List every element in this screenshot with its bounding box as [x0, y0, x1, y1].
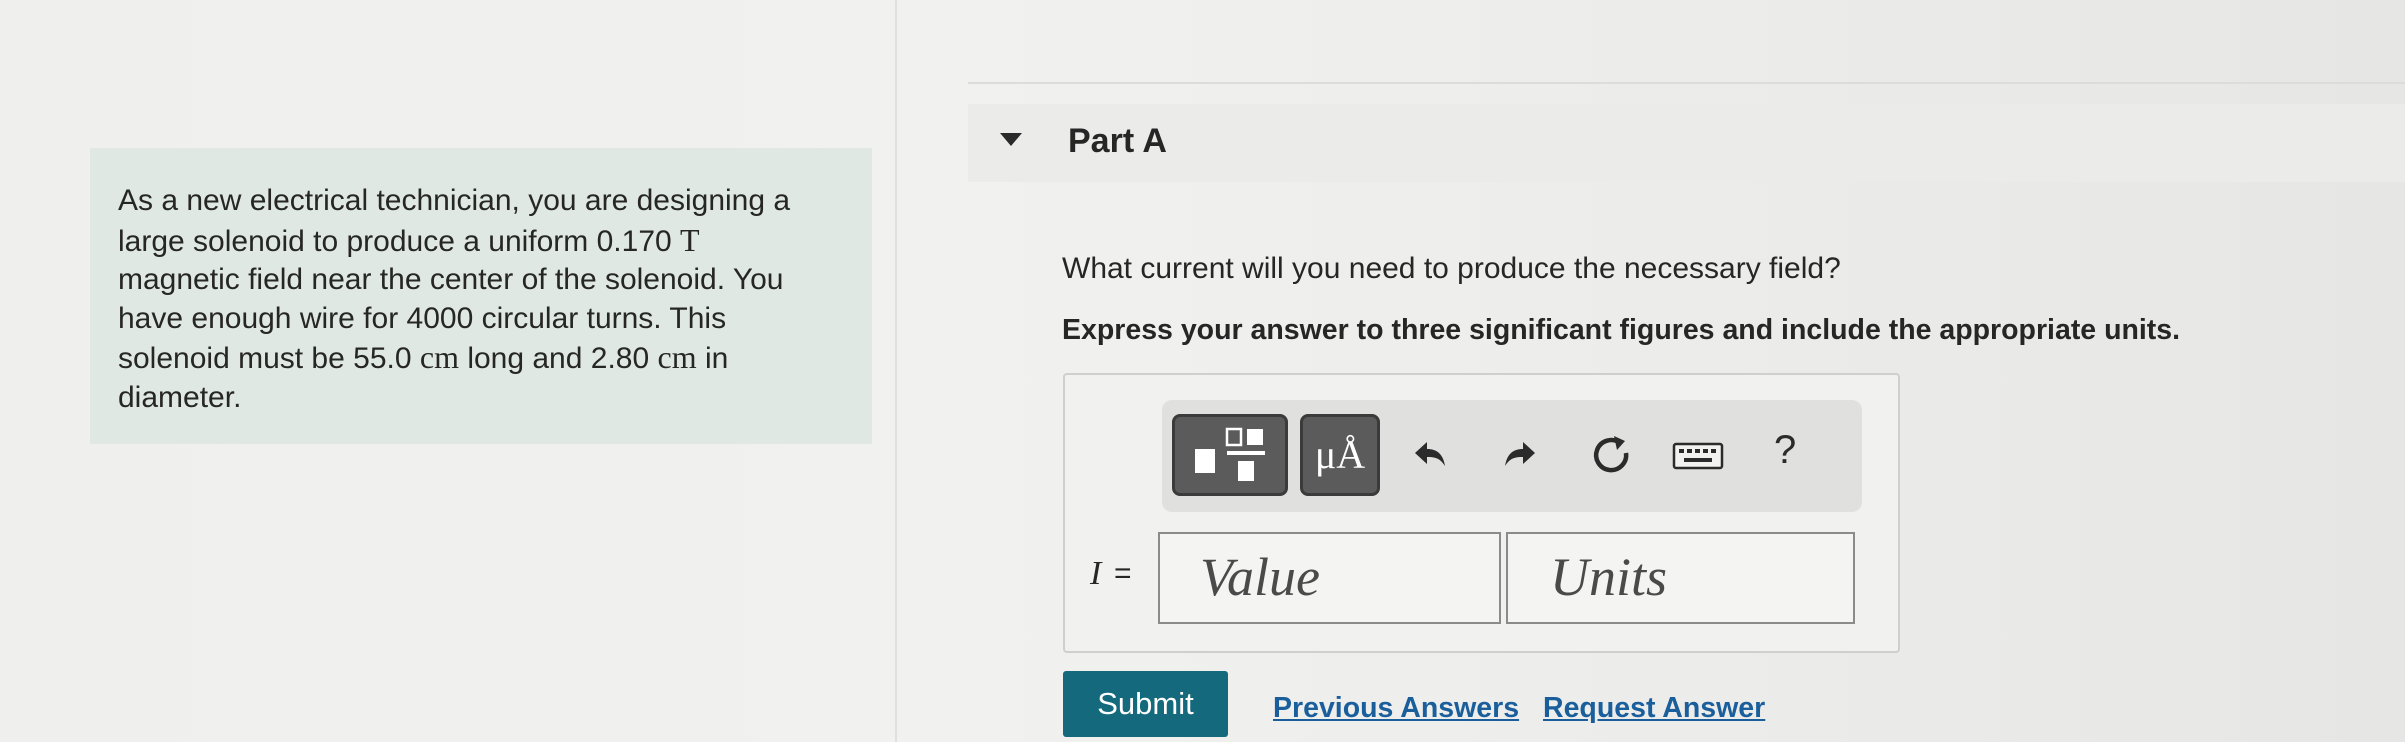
templates-icon — [1195, 427, 1265, 481]
collapse-caret-icon[interactable] — [1000, 133, 1022, 146]
math-toolbar: μÅ ? — [1162, 400, 1862, 512]
units-label: μÅ — [1314, 432, 1366, 477]
part-title: Part A — [1068, 122, 1167, 160]
problem-text: As a new electrical technician, you are … — [118, 184, 791, 414]
column-divider — [895, 0, 897, 742]
units-input[interactable]: Units — [1506, 532, 1855, 624]
undo-icon[interactable] — [1407, 433, 1453, 479]
request-answer-link[interactable]: Request Answer — [1543, 692, 1765, 725]
variable-label: I — [1090, 555, 1102, 592]
value-input[interactable]: Value — [1158, 532, 1501, 624]
keyboard-icon[interactable] — [1672, 438, 1726, 474]
submit-button[interactable]: Submit — [1063, 671, 1228, 737]
units-button[interactable]: μÅ — [1300, 414, 1380, 496]
reset-icon[interactable] — [1587, 431, 1637, 481]
section-divider — [968, 82, 2405, 84]
equals-sign: = — [1114, 557, 1132, 590]
redo-icon[interactable] — [1497, 433, 1543, 479]
help-button[interactable]: ? — [1774, 428, 1796, 473]
templates-button[interactable] — [1172, 414, 1288, 496]
problem-statement: As a new electrical technician, you are … — [90, 148, 872, 444]
previous-answers-link[interactable]: Previous Answers — [1273, 692, 1519, 725]
part-header[interactable] — [968, 104, 2405, 182]
question-text: What current will you need to produce th… — [1062, 252, 1841, 285]
instruction-text: Express your answer to three significant… — [1062, 314, 2181, 346]
